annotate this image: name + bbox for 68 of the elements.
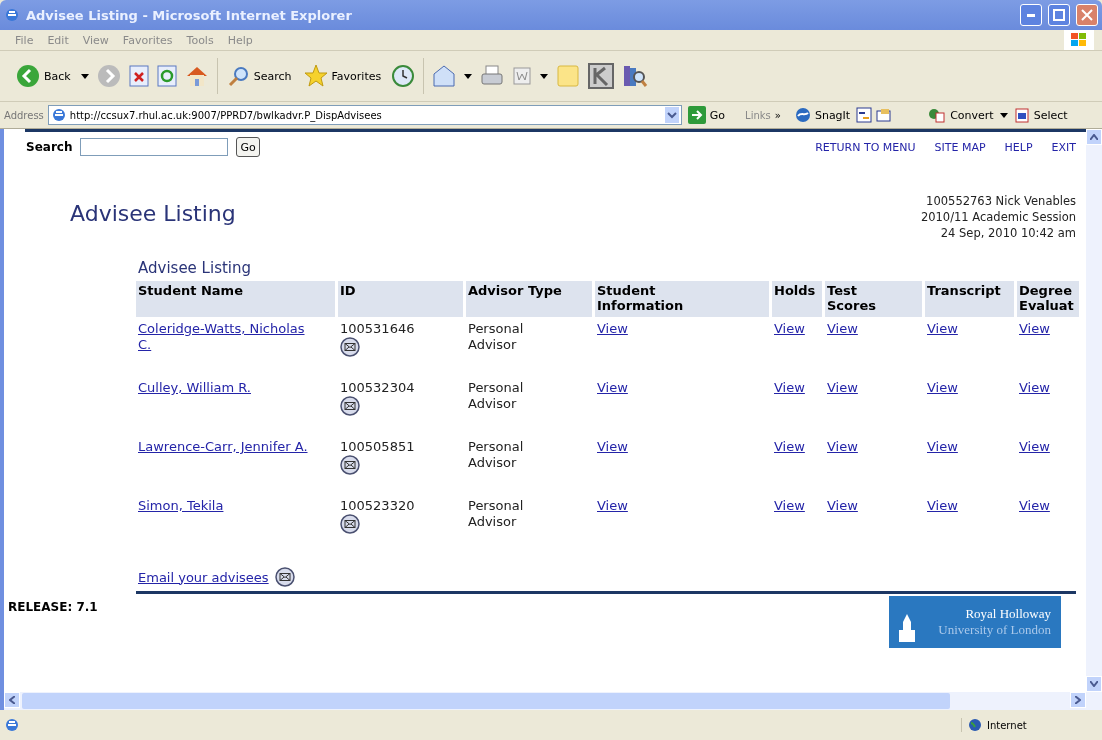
view-link[interactable]: View	[927, 380, 958, 396]
select-button[interactable]: Select	[1011, 105, 1070, 125]
view-link[interactable]: View	[597, 321, 628, 337]
view-link[interactable]: View	[1019, 439, 1050, 455]
column-header: Advisor Type	[466, 281, 592, 317]
advisor-type: Personal Advisor	[468, 321, 525, 353]
student-name-link[interactable]: Simon, Tekila	[138, 498, 224, 514]
student-id: 100523320	[340, 498, 415, 514]
email-advisees-link[interactable]: Email your advisees	[138, 569, 269, 585]
view-link[interactable]: View	[927, 439, 958, 455]
advisor-type: Personal Advisor	[468, 498, 525, 530]
student-id: 100505851	[340, 439, 415, 455]
nav-link[interactable]: HELP	[1004, 140, 1033, 154]
student-name-link[interactable]: Culley, William R.	[138, 380, 251, 396]
view-link[interactable]: View	[774, 439, 805, 455]
view-link[interactable]: View	[774, 321, 805, 337]
go-button[interactable]: Go	[236, 137, 260, 157]
zone-label: Internet	[987, 719, 1027, 731]
search-label: Search	[26, 140, 73, 154]
column-header: Holds	[772, 281, 822, 317]
go-button[interactable]: Go	[685, 104, 728, 126]
column-header: Student Name	[136, 281, 335, 317]
student-id: 100531646	[340, 321, 415, 337]
links-label: Links	[745, 109, 771, 121]
back-button[interactable]: Back	[14, 62, 73, 90]
view-link[interactable]: View	[774, 498, 805, 514]
column-header: Student Information	[595, 281, 769, 317]
user-info: 2010/11 Academic Session	[920, 209, 1076, 225]
nav-link[interactable]: SITE MAP	[934, 140, 986, 154]
favorites-button[interactable]: Favorites	[301, 62, 384, 90]
page-heading: Advisee Listing	[70, 201, 236, 228]
view-link[interactable]: View	[774, 380, 805, 396]
column-header: Test Scores	[825, 281, 922, 317]
search-button[interactable]: Search	[225, 63, 294, 89]
view-link[interactable]: View	[597, 380, 628, 396]
nav-link[interactable]: RETURN TO MENU	[815, 140, 916, 154]
view-link[interactable]: View	[1019, 498, 1050, 514]
view-link[interactable]: View	[597, 498, 628, 514]
view-link[interactable]: View	[827, 321, 858, 337]
release-label: RELEASE: 7.1	[8, 600, 98, 616]
view-link[interactable]: View	[927, 321, 958, 337]
view-link[interactable]: View	[597, 439, 628, 455]
advisor-type: Personal Advisor	[468, 380, 525, 412]
address-label: Address	[4, 109, 44, 121]
address-field[interactable]: http://ccsux7.rhul.ac.uk:9007/PPRD7/bwlkadvr.P_DispAdvisees	[47, 105, 682, 125]
table-title: Advisee Listing	[138, 259, 253, 277]
user-info: 100552763 Nick Venables	[926, 193, 1076, 209]
view-link[interactable]: View	[1019, 321, 1050, 337]
snagit-button[interactable]: SnagIt	[792, 105, 853, 125]
column-header: Transcript	[925, 281, 1014, 317]
more-links-button[interactable]: »	[774, 109, 781, 121]
view-link[interactable]: View	[827, 380, 858, 396]
view-link[interactable]: View	[827, 439, 858, 455]
logo-subtitle: University of London	[938, 622, 1051, 638]
student-name-link[interactable]: Lawrence-Carr, Jennifer A.	[138, 439, 308, 455]
column-header: Degree Evaluat	[1017, 281, 1079, 317]
view-link[interactable]: View	[927, 498, 958, 514]
student-id: 100532304	[340, 380, 415, 396]
logo-name: Royal Holloway	[965, 606, 1051, 622]
window-title: Advisee Listing - Microsoft Internet Explorer	[26, 7, 353, 23]
user-info: 24 Sep, 2010 10:42 am	[940, 225, 1076, 241]
student-name-link[interactable]: Coleridge-Watts, Nicholas C.	[138, 321, 313, 353]
view-link[interactable]: View	[827, 498, 858, 514]
advisor-type: Personal Advisor	[468, 439, 525, 471]
column-header: ID	[338, 281, 463, 317]
nav-link[interactable]: EXIT	[1051, 140, 1076, 154]
convert-button[interactable]: Convert	[926, 105, 996, 125]
view-link[interactable]: View	[1019, 380, 1050, 396]
